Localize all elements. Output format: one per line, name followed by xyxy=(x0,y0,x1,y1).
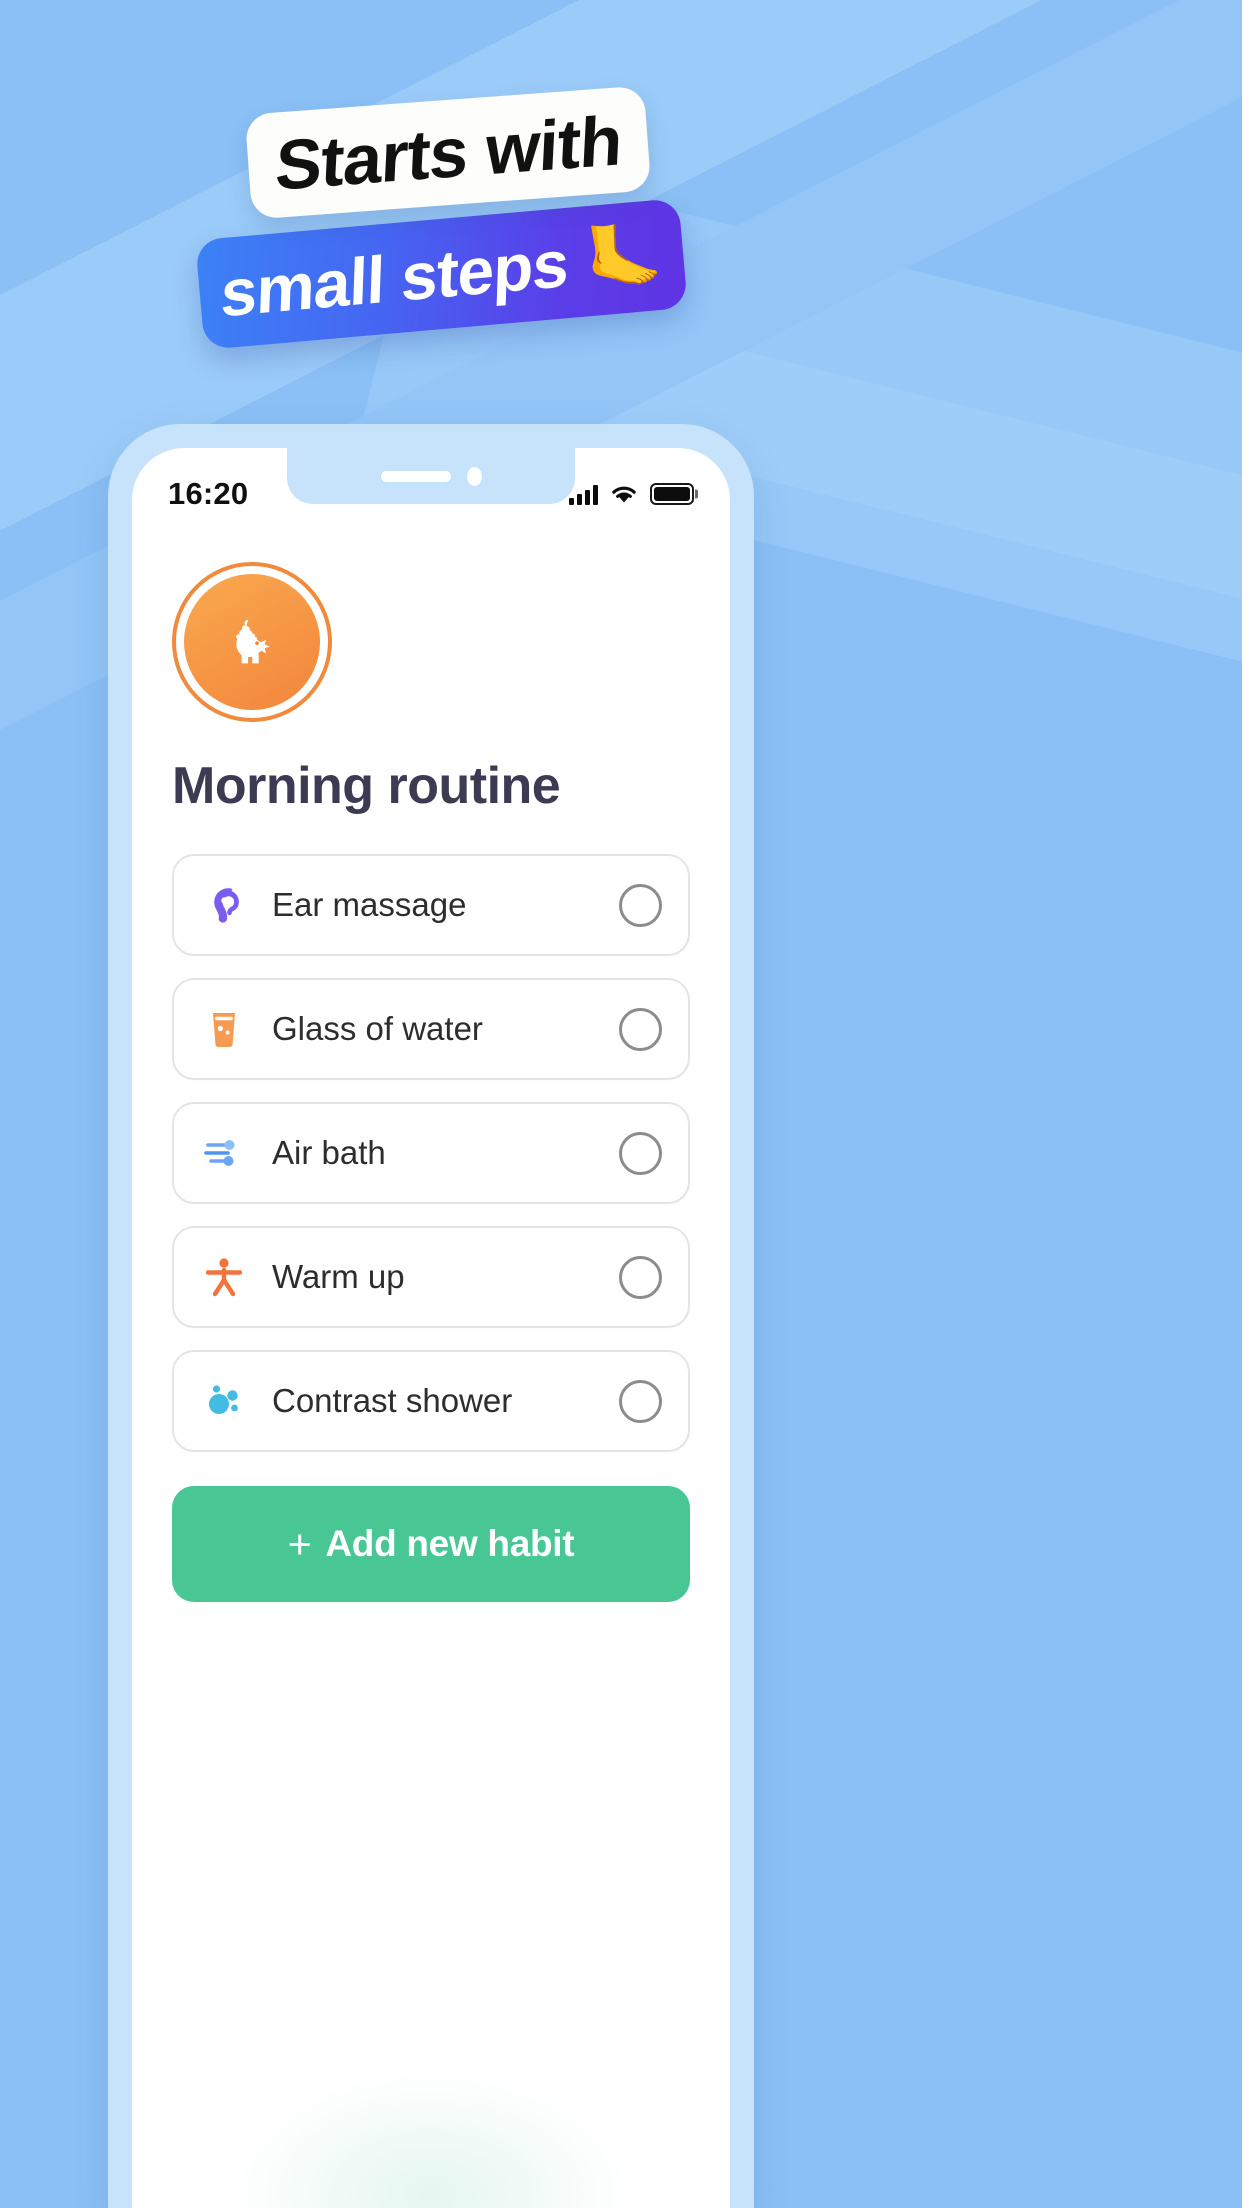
foot-emoji-icon: 🦶 xyxy=(582,219,666,296)
habit-label: Glass of water xyxy=(272,1010,483,1047)
add-new-habit-button[interactable]: + Add new habit xyxy=(172,1486,690,1602)
person-stretch-icon xyxy=(200,1253,248,1301)
habit-label: Warm up xyxy=(272,1258,405,1295)
phone-screen: 16:20 Morning routine Ear massage Glass … xyxy=(132,448,730,2208)
habit-checkbox[interactable] xyxy=(619,1007,662,1051)
phone-notch xyxy=(287,448,575,504)
habit-row-air-bath[interactable]: Air bath xyxy=(172,1102,690,1204)
avatar[interactable] xyxy=(172,562,332,722)
avatar-inner xyxy=(184,574,320,710)
plus-icon: + xyxy=(287,1520,312,1567)
headline-banner-primary: Starts with xyxy=(244,85,652,220)
wind-icon xyxy=(200,1129,248,1177)
status-clock: 16:20 xyxy=(168,476,249,511)
app-content: Morning routine Ear massage Glass of wat… xyxy=(132,516,730,1602)
headline-line-2: small steps xyxy=(219,225,569,331)
battery-full-icon xyxy=(650,483,694,505)
habit-checkbox[interactable] xyxy=(619,883,662,927)
wifi-icon xyxy=(612,486,636,503)
habit-label: Contrast shower xyxy=(272,1382,513,1419)
page-title: Morning routine xyxy=(172,757,561,815)
add-new-habit-label: Add new habit xyxy=(325,1523,575,1564)
habit-row-ear-massage[interactable]: Ear massage xyxy=(172,854,690,956)
habit-checkbox[interactable] xyxy=(619,1131,662,1175)
habit-list: Ear massage Glass of water Air bath Warm… xyxy=(172,854,690,1452)
front-camera-icon xyxy=(466,466,482,486)
water-drops-icon xyxy=(200,1377,248,1425)
habit-checkbox[interactable] xyxy=(619,1379,662,1423)
habit-checkbox[interactable] xyxy=(619,1255,662,1299)
habit-label: Air bath xyxy=(272,1134,386,1171)
habit-row-contrast-shower[interactable]: Contrast shower xyxy=(172,1350,690,1452)
headline-banner-secondary: small steps 🦶 xyxy=(195,198,688,350)
rooster-head-icon xyxy=(236,619,270,664)
habit-label: Ear massage xyxy=(272,886,467,923)
ear-icon xyxy=(200,881,248,929)
earpiece-speaker-icon xyxy=(380,470,451,482)
headline-line-1: Starts with xyxy=(273,100,623,205)
phone-mockup: 16:20 Morning routine Ear massage Glass … xyxy=(108,424,754,2208)
habit-row-glass-of-water[interactable]: Glass of water xyxy=(172,978,690,1080)
water-glass-icon xyxy=(200,1005,248,1053)
habit-row-warm-up[interactable]: Warm up xyxy=(172,1226,690,1328)
status-indicators xyxy=(569,483,694,505)
marketing-headline: Starts with small steps 🦶 xyxy=(0,0,1242,420)
